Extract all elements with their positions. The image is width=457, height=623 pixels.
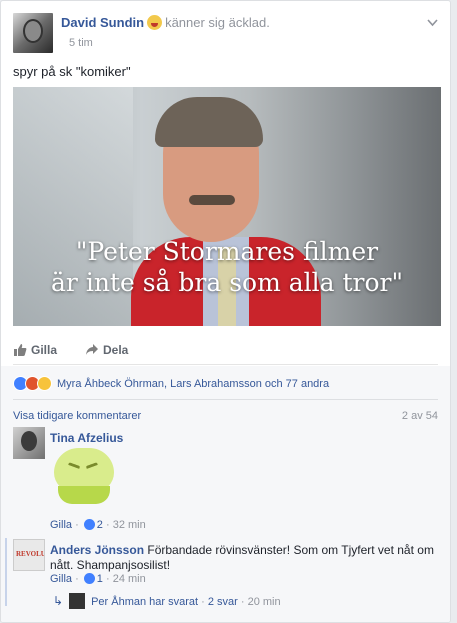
image-quote-line2: är inte så bra som alla tror" [51,268,403,297]
comment-time[interactable]: 24 min [113,573,146,585]
comment-thread-bar [5,538,7,606]
commenter-name[interactable]: Tina Afzelius [50,431,123,445]
reply-time: 20 min [247,596,281,608]
post-image[interactable]: "Peter Stormares filmer är inte så bra s… [13,87,441,326]
like-count-icon [83,573,95,584]
divider [13,399,438,400]
share-label: Dela [103,343,129,357]
view-previous-comments-link[interactable]: Visa tidigare kommentarer [13,410,141,422]
comment-meta: Gilla · 1 · 24 min [50,573,146,585]
image-quote-line1: "Peter Stormares filmer [75,237,379,266]
feeling-text: känner sig äcklad. [165,15,270,30]
comment-reaction-count[interactable]: 2 [97,519,103,531]
reply-count: 2 svar [207,596,238,608]
comment-reaction-count[interactable]: 1 [97,573,103,585]
sick-sticker-icon [50,448,118,506]
comment-meta: Gilla · 2 · 32 min [50,519,146,531]
replies-link[interactable]: ↳ Per Åhman har svarat · 2 svar · 20 min [53,593,281,609]
haha-reaction-icon [37,376,52,391]
comment-like-link[interactable]: Gilla [50,519,72,531]
comments-section: Myra Åhbeck Öhrman, Lars Abrahamsson och… [1,366,450,622]
post-author-line: David Sundin känner sig äcklad. [61,15,270,30]
reactions-summary[interactable]: Myra Åhbeck Öhrman, Lars Abrahamsson och… [13,376,329,391]
chevron-down-icon[interactable] [427,15,438,30]
author-name[interactable]: David Sundin [61,15,144,30]
like-count-icon [83,519,95,530]
reactions-summary-text: Myra Åhbeck Öhrman, Lars Abrahamsson och… [57,378,330,390]
replier-avatar [69,593,86,609]
post-header: David Sundin känner sig äcklad. 5 tim [13,13,438,53]
like-button[interactable]: Gilla [13,343,57,357]
author-avatar[interactable] [13,13,53,53]
reply-arrow-icon: ↳ [53,594,64,608]
share-button[interactable]: Dela [85,343,128,357]
commenter-avatar[interactable]: REVOLUTION [13,539,45,571]
comment-like-link[interactable]: Gilla [50,573,72,585]
post-timestamp[interactable]: 5 tim [69,37,93,49]
sick-emoji-icon [147,15,163,30]
post-status-text: spyr på sk "komiker" [13,64,131,79]
share-arrow-icon [86,344,98,355]
thumbs-up-icon [14,344,27,356]
comment-time[interactable]: 32 min [113,519,146,531]
commenter-avatar[interactable] [13,427,45,459]
reply-summary: Per Åhman har svarat [91,596,199,608]
comment-count: 2 av 54 [401,410,438,422]
comment-body: Anders Jönsson Förbandade rövinsvänster!… [50,543,438,573]
post-card: David Sundin känner sig äcklad. 5 tim spy… [0,0,451,623]
post-actions: Gilla Dela [13,337,438,365]
commenter-name[interactable]: Anders Jönsson [50,543,144,557]
like-label: Gilla [31,343,58,357]
